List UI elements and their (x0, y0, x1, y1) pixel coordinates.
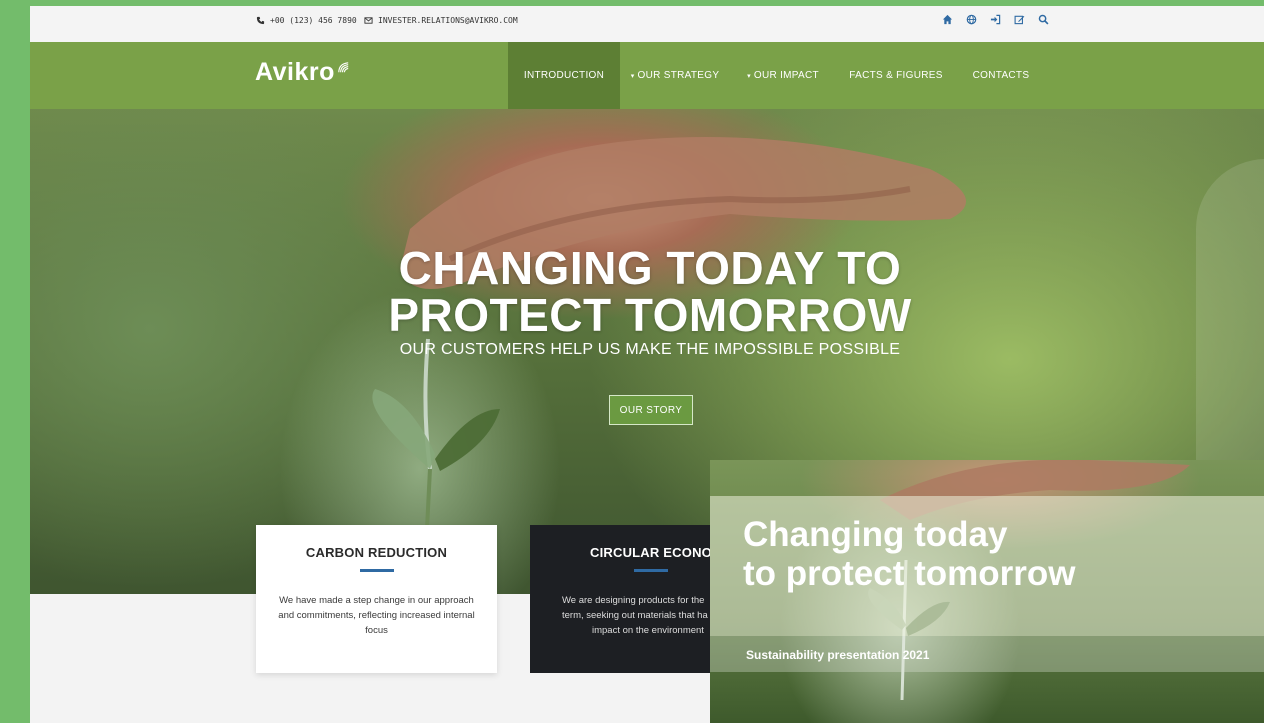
phone-icon (256, 16, 265, 25)
main-nav: Avikro INTRODUCTION ▾ OUR STRATEGY ▾ OUR… (30, 42, 1264, 109)
utility-bar: +00 (123) 456 7890 INVESTER.RELATIONS@AV… (30, 6, 1264, 42)
home-icon[interactable] (942, 14, 954, 26)
frame-left (0, 0, 30, 723)
globe-icon[interactable] (966, 14, 978, 26)
phone-contact[interactable]: +00 (123) 456 7890 (256, 16, 357, 25)
card-divider (359, 569, 394, 572)
hero-subtitle: OUR CUSTOMERS HELP US MAKE THE IMPOSSIBL… (399, 341, 901, 358)
nav-contacts[interactable]: CONTACTS (966, 42, 1036, 109)
email-contact[interactable]: INVESTER.RELATIONS@AVIKRO.COM (364, 16, 518, 25)
carbon-reduction-card[interactable]: CARBON REDUCTION We have made a step cha… (256, 525, 497, 673)
logo-text: Avikro (255, 58, 335, 86)
overlay-title: Changing today to protect tomorrow (743, 515, 1076, 593)
utility-icons (942, 14, 1050, 26)
overlay-caption: Sustainability presentation 2021 (746, 648, 930, 662)
caret-down-icon: ▾ (630, 72, 635, 80)
card-divider (634, 569, 668, 572)
email-address: INVESTER.RELATIONS@AVIKRO.COM (378, 16, 518, 25)
our-story-button[interactable]: OUR STORY (609, 395, 693, 425)
hero-title: CHANGING TODAY TO PROTECT TOMORROW (388, 242, 912, 341)
logo[interactable]: Avikro (255, 58, 351, 87)
edit-icon[interactable] (1014, 14, 1026, 26)
caret-down-icon: ▾ (747, 72, 751, 80)
page: +00 (123) 456 7890 INVESTER.RELATIONS@AV… (30, 6, 1264, 723)
nav-introduction[interactable]: INTRODUCTION (508, 42, 620, 109)
search-icon[interactable] (1038, 14, 1050, 26)
phone-number: +00 (123) 456 7890 (270, 16, 357, 25)
card-title: CARBON REDUCTION (305, 545, 448, 560)
nav-facts-figures[interactable]: FACTS & FIGURES (842, 42, 950, 109)
card-text: We have made a step change in our approa… (278, 595, 475, 636)
video-preview[interactable]: Changing today to protect tomorrow Susta… (710, 460, 1264, 723)
mail-icon (364, 17, 373, 24)
logo-mark-icon (338, 62, 349, 73)
nav-our-impact[interactable]: ▾ OUR IMPACT (740, 42, 826, 109)
sign-in-icon[interactable] (990, 14, 1002, 26)
nav-our-strategy[interactable]: ▾ OUR STRATEGY (624, 42, 726, 109)
